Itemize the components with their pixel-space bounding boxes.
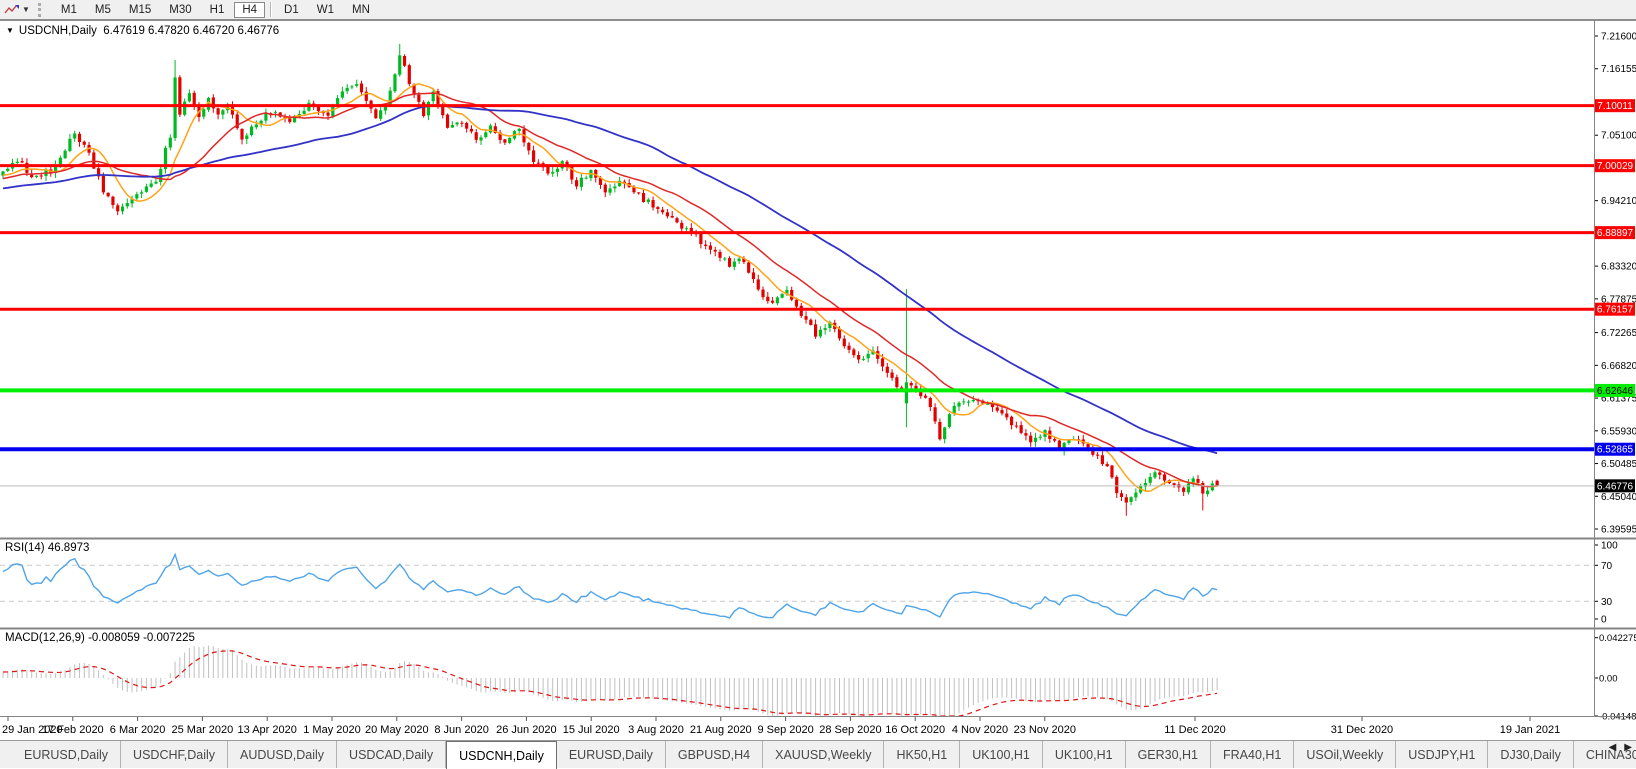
tab-scroll-right-icon[interactable]: ▶ bbox=[1624, 742, 1632, 753]
rsi-scale-label: 30 bbox=[1601, 597, 1613, 608]
price-tick-label: 6.50485 bbox=[1601, 459, 1636, 470]
timeframe-button-mn[interactable]: MN bbox=[344, 2, 378, 18]
date-label: 13 Apr 2020 bbox=[238, 724, 297, 736]
symbol-tab-gbpusd-h4[interactable]: GBPUSD,H4 bbox=[666, 741, 763, 768]
price-tick-label: 6.55930 bbox=[1601, 426, 1636, 437]
price-tick-label: 6.83320 bbox=[1601, 262, 1636, 273]
dropdown-caret-icon: ▼ bbox=[22, 5, 30, 14]
date-label: 8 Jun 2020 bbox=[434, 724, 488, 736]
symbol-tab-dj30-daily[interactable]: DJ30,Daily bbox=[1488, 741, 1573, 768]
price-level-label: 7.00029 bbox=[1597, 161, 1634, 172]
date-label: 19 Jan 2021 bbox=[1500, 724, 1561, 736]
symbol-tab-usoil-weekly[interactable]: USOil,Weekly bbox=[1294, 741, 1396, 768]
rsi-scale-label: 100 bbox=[1601, 541, 1618, 552]
symbol-tab-usdcnh-daily[interactable]: USDCNH,Daily bbox=[446, 741, 557, 769]
price-tick-label: 6.45040 bbox=[1601, 492, 1636, 503]
price-tick-label: 6.94210 bbox=[1601, 196, 1636, 207]
tab-scroll-arrows: ◀ ▶ bbox=[1609, 742, 1632, 753]
date-label: 6 Mar 2020 bbox=[110, 724, 166, 736]
price-level-label: 7.10011 bbox=[1597, 101, 1633, 112]
price-tick-label: 6.72265 bbox=[1601, 328, 1636, 339]
chart-title: ▼ USDCNH,Daily 6.47619 6.47820 6.46720 6.… bbox=[6, 25, 279, 37]
date-label: 28 Sep 2020 bbox=[819, 724, 881, 736]
price-tick-label: 6.39595 bbox=[1601, 525, 1636, 536]
toolbar-grip[interactable] bbox=[38, 3, 46, 17]
price-level-label: 6.62646 bbox=[1597, 386, 1634, 397]
timeframe-button-d1[interactable]: D1 bbox=[276, 2, 307, 18]
date-label: 1 May 2020 bbox=[303, 724, 360, 736]
rsi-indicator-label: RSI(14) 46.8973 bbox=[5, 542, 89, 554]
price-tick-label: 7.21600 bbox=[1601, 32, 1636, 43]
timeframe-button-m1[interactable]: M1 bbox=[53, 2, 85, 18]
chart-ohlc-values: 6.47619 6.47820 6.46720 6.46776 bbox=[103, 25, 279, 37]
date-label: 17 Feb 2020 bbox=[42, 724, 104, 736]
symbol-tab-audusd-daily[interactable]: AUDUSD,Daily bbox=[228, 741, 337, 768]
price-axis[interactable] bbox=[1595, 20, 1636, 740]
symbol-tab-eurusd-daily[interactable]: EURUSD,Daily bbox=[12, 741, 121, 768]
toolbar-separator bbox=[270, 2, 271, 17]
tab-scroll-left-icon[interactable]: ◀ bbox=[1609, 742, 1617, 753]
price-level-label: 6.76157 bbox=[1597, 305, 1634, 316]
date-label: 3 Aug 2020 bbox=[628, 724, 684, 736]
date-label: 25 Mar 2020 bbox=[172, 724, 234, 736]
symbol-tab-usdcad-daily[interactable]: USDCAD,Daily bbox=[337, 741, 446, 768]
macd-indicator-label: MACD(12,26,9) -0.008059 -0.007225 bbox=[5, 632, 195, 644]
chart-canvas[interactable]: 7.216007.161557.051006.942106.833206.778… bbox=[0, 0, 1636, 740]
date-label: 4 Nov 2020 bbox=[952, 724, 1008, 736]
price-tick-label: 6.66820 bbox=[1601, 361, 1636, 372]
symbol-tab-xauusd-weekly[interactable]: XAUUSD,Weekly bbox=[763, 741, 884, 768]
date-label: 21 Aug 2020 bbox=[690, 724, 752, 736]
price-tick-label: 7.16155 bbox=[1601, 64, 1636, 75]
rsi-scale-label: 0 bbox=[1601, 615, 1607, 626]
symbol-tab-fra40-h1[interactable]: FRA40,H1 bbox=[1211, 741, 1294, 768]
date-label: 23 Nov 2020 bbox=[1014, 724, 1076, 736]
symbol-tab-ger30-h1[interactable]: GER30,H1 bbox=[1126, 741, 1211, 768]
date-label: 11 Dec 2020 bbox=[1164, 724, 1226, 736]
timeframe-button-h1[interactable]: H1 bbox=[202, 2, 233, 18]
chart-background bbox=[0, 20, 1636, 740]
current-price-label: 6.46776 bbox=[1597, 481, 1634, 492]
symbol-tab-usdchf-daily[interactable]: USDCHF,Daily bbox=[121, 741, 228, 768]
timeframe-button-m15[interactable]: M15 bbox=[121, 2, 159, 18]
symbol-tab-eurusd-daily[interactable]: EURUSD,Daily bbox=[557, 741, 666, 768]
date-label: 15 Jul 2020 bbox=[563, 724, 620, 736]
symbol-tabs-bar: EURUSD,DailyUSDCHF,DailyAUDUSD,DailyUSDC… bbox=[0, 740, 1636, 768]
date-label: 9 Sep 2020 bbox=[757, 724, 813, 736]
indicator-icon[interactable]: ▼ bbox=[0, 2, 34, 18]
date-label: 16 Oct 2020 bbox=[885, 724, 945, 736]
rsi-scale-label: 70 bbox=[1601, 561, 1613, 572]
timeframe-button-h4[interactable]: H4 bbox=[234, 2, 265, 18]
macd-scale-label: 0.042275 bbox=[1599, 633, 1636, 644]
chart-symbol-label: USDCNH,Daily bbox=[19, 25, 97, 37]
chart-dropdown-icon[interactable]: ▼ bbox=[6, 26, 14, 35]
price-level-label: 6.88897 bbox=[1597, 228, 1634, 239]
timeframe-button-m30[interactable]: M30 bbox=[161, 2, 199, 18]
timeframe-button-m5[interactable]: M5 bbox=[87, 2, 119, 18]
symbol-tab-hk50-h1[interactable]: HK50,H1 bbox=[884, 741, 960, 768]
top-toolbar: ▼ M1M5M15M30H1H4 D1W1MN bbox=[0, 0, 1636, 20]
macd-scale-label: 0.00 bbox=[1599, 674, 1618, 685]
symbol-tab-uk100-h1[interactable]: UK100,H1 bbox=[960, 741, 1043, 768]
timeframe-button-w1[interactable]: W1 bbox=[309, 2, 342, 18]
symbol-tab-uk100-h1[interactable]: UK100,H1 bbox=[1043, 741, 1126, 768]
symbol-tab-usdjpy-h1[interactable]: USDJPY,H1 bbox=[1396, 741, 1488, 768]
date-label: 20 May 2020 bbox=[365, 724, 429, 736]
price-tick-label: 7.05100 bbox=[1601, 131, 1636, 142]
date-label: 26 Jun 2020 bbox=[496, 724, 557, 736]
price-level-label: 6.52865 bbox=[1597, 445, 1634, 456]
date-label: 31 Dec 2020 bbox=[1331, 724, 1393, 736]
